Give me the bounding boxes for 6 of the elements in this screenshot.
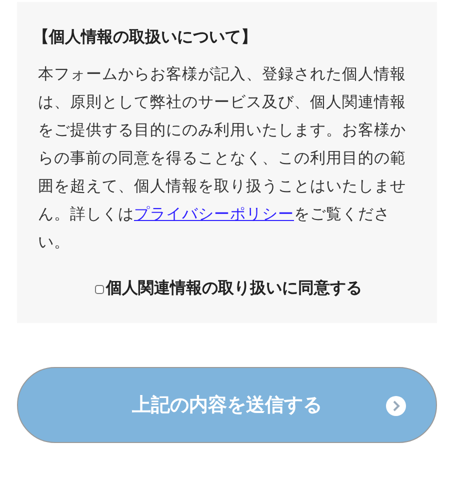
notice-heading: 【個人情報の取扱いについて】 (33, 26, 258, 48)
consent-checkbox[interactable] (95, 285, 104, 294)
notice-text: 本フォームからお客様が記入、登録された個人情報は、原則として弊社のサービス及び、個人関連情報をご提供する目的にのみ利用いたします。お客様からの事前の同意を得ることなく、この利用目的の範囲を超えて、個人情報を取り扱うことはいたしません。詳しくはプライバシーポリシーをご覧ください。 (38, 64, 407, 253)
chevron-right-icon (386, 396, 406, 416)
consent-label: 個人関連情報の取り扱いに同意する (106, 278, 362, 299)
privacy-policy-link[interactable]: プライバシーポリシー (134, 205, 294, 223)
